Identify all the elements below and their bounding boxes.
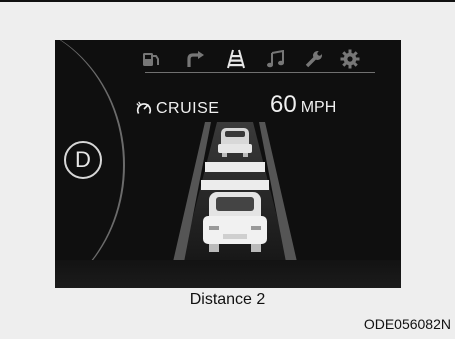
lead-vehicle-icon xyxy=(218,128,252,157)
music-note-icon[interactable] xyxy=(263,47,289,71)
wrench-icon[interactable] xyxy=(301,47,327,71)
distance-bar-2 xyxy=(201,180,269,190)
set-speed-value: 60 xyxy=(270,91,297,118)
own-vehicle-icon xyxy=(203,192,267,252)
cruise-status: CRUISE xyxy=(135,95,219,123)
figure-code: ODE056082N xyxy=(363,316,451,332)
cruise-label: CRUISE xyxy=(156,100,220,117)
gear-settings-icon[interactable] xyxy=(337,47,363,71)
gear-letter: D xyxy=(75,147,91,172)
tab-underline xyxy=(145,72,375,73)
top-rule xyxy=(0,0,455,2)
fuel-trip-icon[interactable] xyxy=(139,47,165,71)
display-bottom-strip xyxy=(55,260,401,288)
driving-assist-lane-icon[interactable] xyxy=(223,47,249,71)
cluster-display: D CRUISE 60 MPH xyxy=(55,40,401,288)
figure-caption: Distance 2 xyxy=(189,291,266,308)
set-speed: 60 MPH xyxy=(270,91,336,123)
cruise-control-icon xyxy=(136,101,152,114)
gear-indicator: D xyxy=(64,141,102,179)
distance-bar-1 xyxy=(205,162,265,172)
navigation-arrow-icon[interactable] xyxy=(183,47,209,71)
set-speed-unit: MPH xyxy=(300,99,337,116)
